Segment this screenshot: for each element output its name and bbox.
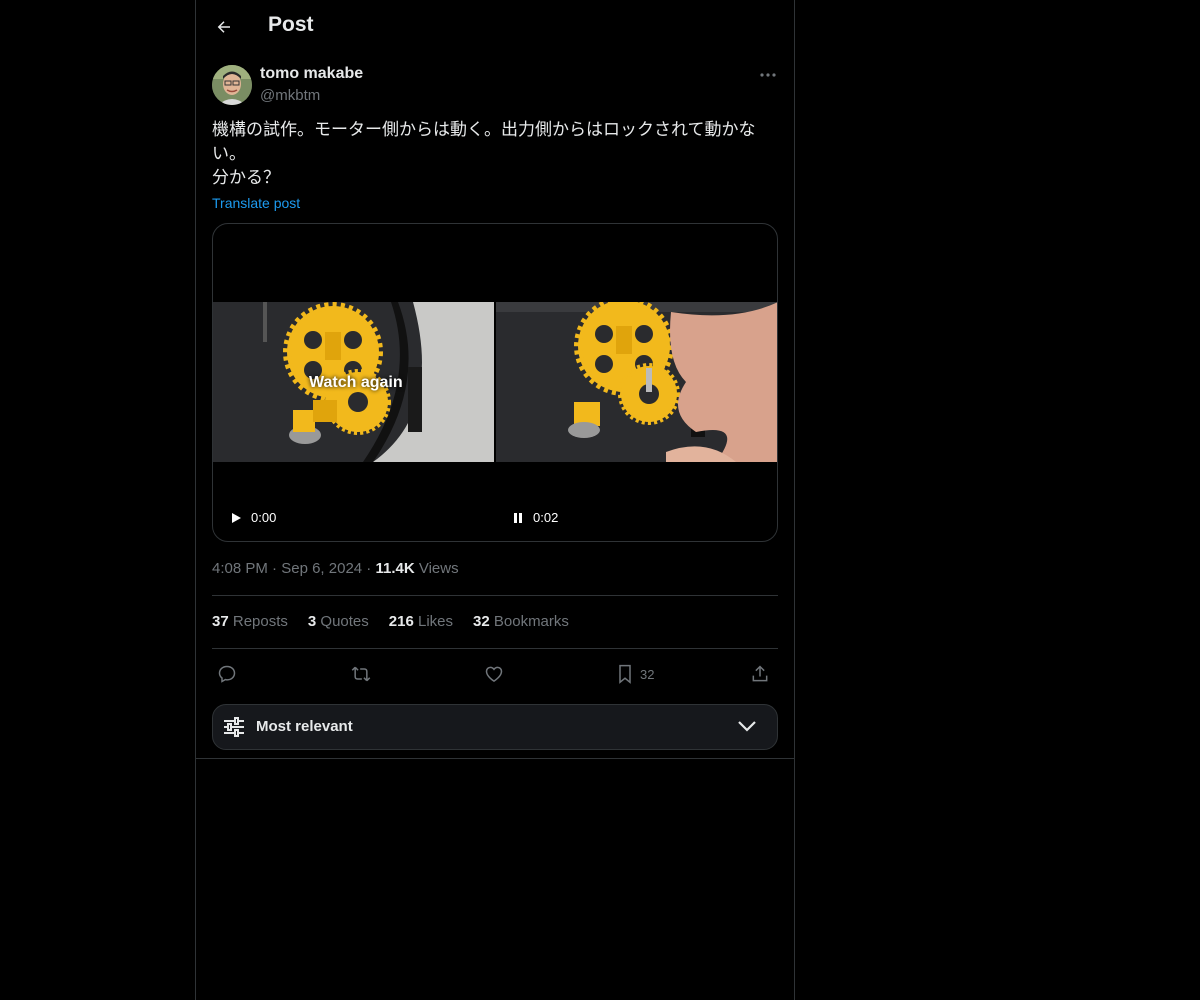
reply-icon: [218, 665, 236, 683]
bookmark-button[interactable]: 32: [616, 660, 654, 688]
reply-button[interactable]: [217, 660, 237, 688]
pause-icon: [514, 512, 522, 523]
stat-likes[interactable]: 216 Likes: [389, 613, 453, 630]
arrow-left-icon: [217, 21, 230, 33]
stat-quotes[interactable]: 3 Quotes: [308, 613, 369, 630]
stat-reposts[interactable]: 37 Reposts: [212, 613, 288, 630]
repost-button[interactable]: [350, 660, 372, 688]
chevron-down-icon: [737, 719, 757, 738]
stat-bookmarks[interactable]: 32 Bookmarks: [473, 613, 569, 630]
main-column: Post tomo makabe @mkbtm 機構の試作。モーター側からは動く…: [195, 0, 795, 1000]
like-button[interactable]: [484, 660, 504, 688]
video-time: 0:02: [533, 510, 559, 525]
sort-label: Most relevant: [256, 718, 353, 735]
divider: [212, 648, 778, 649]
video-media[interactable]: Watch again 0:00 0:02: [212, 223, 778, 542]
more-options-button[interactable]: [754, 65, 782, 85]
views-label: Views: [418, 560, 459, 577]
post-header: Post: [196, 0, 794, 54]
author-display-name[interactable]: tomo makabe: [260, 65, 363, 83]
sliders-icon: [223, 717, 245, 742]
views-count: 11.4K: [375, 560, 415, 577]
play-icon: [232, 512, 241, 523]
meta-separator: ·: [272, 560, 278, 577]
post-text-line: い。: [212, 144, 246, 163]
author-handle[interactable]: @mkbtm: [260, 87, 320, 104]
video-controls-right: 0:02: [511, 510, 558, 525]
video-controls-left: 0:00: [229, 510, 276, 525]
reply-sort-dropdown[interactable]: Most relevant: [212, 704, 778, 750]
engagement-stats: 37 Reposts 3 Quotes 216 Likes 32 Bookmar…: [212, 613, 569, 630]
meta-separator: ·: [366, 560, 372, 577]
divider: [212, 595, 778, 596]
watch-again-button[interactable]: Watch again: [309, 374, 403, 392]
post-meta: 4:08 PM · Sep 6, 2024 · 11.4K Views: [212, 560, 459, 577]
back-button[interactable]: [210, 13, 238, 41]
more-horizontal-icon: [760, 73, 776, 77]
translate-post-link[interactable]: Translate post: [212, 195, 300, 211]
post-text: 機構の試作。モーター側からは動く。出力側からはロックされて動かな い。 分かる？: [212, 118, 772, 190]
pause-button[interactable]: [511, 511, 525, 525]
repost-icon: [351, 666, 371, 682]
post-text-line: 機構の試作。モーター側からは動く。出力側からはロックされて動かな: [212, 120, 756, 139]
post-actions: 32: [212, 660, 778, 688]
video-thumbnail-right[interactable]: [496, 302, 777, 462]
post-time[interactable]: 4:08 PM: [212, 560, 268, 577]
video-time: 0:00: [251, 510, 277, 525]
divider: [196, 758, 794, 759]
post-date[interactable]: Sep 6, 2024: [281, 560, 362, 577]
post-text-line: 分かる？: [212, 168, 280, 187]
page-title: Post: [268, 13, 314, 36]
share-icon: [752, 665, 768, 682]
heart-icon: [485, 666, 503, 682]
bookmark-icon: [619, 664, 631, 684]
play-button[interactable]: [229, 511, 243, 525]
bookmark-count: 32: [640, 666, 655, 682]
share-button[interactable]: [750, 660, 770, 688]
avatar[interactable]: [212, 65, 252, 105]
